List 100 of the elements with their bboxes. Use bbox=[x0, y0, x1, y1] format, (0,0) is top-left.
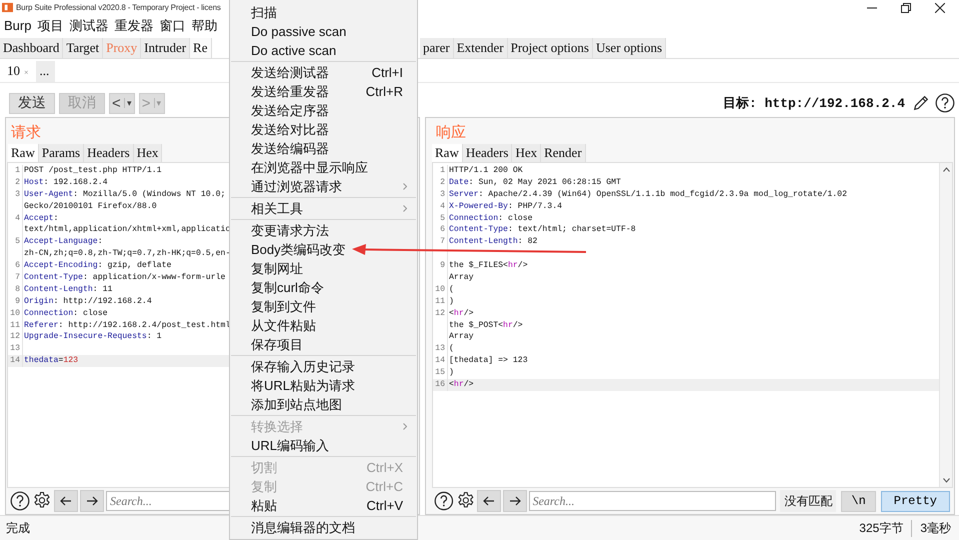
menu-entry[interactable]: 重发器 bbox=[114, 16, 154, 34]
menu-item[interactable]: 复制网址 bbox=[230, 259, 417, 278]
next-match-button[interactable] bbox=[502, 490, 527, 512]
code-line: POST /post_test.php HTTP/1.1 bbox=[24, 165, 162, 177]
main-tab[interactable]: parer bbox=[420, 38, 454, 58]
view-toggle-button[interactable]: Pretty bbox=[880, 490, 950, 512]
code-line: Referer: http://192.168.2.4/post_test.html bbox=[24, 320, 230, 332]
line-number: 11 bbox=[10, 320, 20, 330]
menu-entry[interactable]: 窗口 bbox=[159, 16, 186, 34]
editor-tab[interactable]: Headers bbox=[462, 144, 512, 162]
code-line: ) bbox=[449, 296, 454, 308]
editor-tab[interactable]: Hex bbox=[134, 144, 162, 162]
code-line: thedata=123 bbox=[24, 355, 78, 368]
line-number: 14 bbox=[435, 356, 445, 366]
code-line: Date: Sun, 02 May 2021 06:28:15 GMT bbox=[449, 176, 621, 189]
menu-item[interactable]: 通过浏览器请求 bbox=[230, 177, 417, 196]
main-tab[interactable]: Intruder bbox=[141, 38, 190, 58]
line-number: 13 bbox=[10, 344, 20, 354]
menu-item[interactable]: 保存输入历史记录 bbox=[230, 357, 417, 376]
line-number: 16 bbox=[435, 380, 445, 390]
previous-match-button[interactable] bbox=[477, 490, 501, 512]
menu-item[interactable]: 粘贴 Ctrl+V bbox=[230, 496, 417, 515]
right-arrow-icon bbox=[86, 496, 98, 506]
scroll-down-icon[interactable] bbox=[942, 478, 950, 483]
code-line: <hr/> bbox=[449, 308, 474, 320]
menu-item[interactable]: 相关工具 bbox=[230, 199, 417, 218]
menu-item[interactable]: 保存项目 bbox=[230, 335, 417, 354]
view-toggle-button[interactable]: \n bbox=[841, 490, 876, 512]
main-tab[interactable]: Project options bbox=[508, 38, 593, 58]
menu-item[interactable]: 发送给重发器 Ctrl+R bbox=[230, 82, 417, 101]
next-match-button[interactable] bbox=[80, 490, 104, 512]
editor-tab[interactable]: Raw bbox=[8, 144, 39, 162]
code-line: Accept-Language: bbox=[24, 236, 103, 248]
main-tab[interactable]: Re bbox=[190, 38, 212, 58]
menu-item[interactable]: 在浏览器中显示响应 bbox=[230, 158, 417, 177]
toolbar-button[interactable]: 发送 bbox=[9, 92, 55, 114]
panel-title: 响应 bbox=[435, 122, 466, 143]
restore-icon[interactable] bbox=[901, 2, 911, 12]
line-number: 6 bbox=[440, 225, 445, 234]
history-nav-button[interactable]: < ▾ bbox=[109, 92, 135, 114]
menu-item[interactable]: 发送给对比器 bbox=[230, 120, 417, 139]
line-number: 2 bbox=[15, 178, 20, 187]
code-line: the $_POST<hr/> bbox=[449, 320, 523, 332]
code-line: Content-Length: 11 bbox=[24, 284, 112, 296]
code-line: ( bbox=[449, 343, 454, 356]
code-line: Array bbox=[449, 272, 474, 284]
pencil-icon[interactable] bbox=[912, 94, 930, 112]
menu-item[interactable]: 复制到文件 bbox=[230, 297, 417, 316]
request-tab[interactable]: ... bbox=[36, 61, 56, 82]
editor-tab[interactable]: Raw bbox=[432, 144, 463, 162]
code-line: User-Agent: Mozilla/5.0 (Windows NT 10.0; bbox=[24, 188, 226, 201]
line-number: 3 bbox=[440, 190, 445, 199]
editor-tab[interactable]: Params bbox=[38, 144, 84, 162]
line-number: 6 bbox=[15, 261, 20, 270]
main-tab[interactable]: User options bbox=[592, 38, 666, 58]
menu-entry[interactable]: Burp bbox=[4, 18, 32, 33]
help-icon[interactable] bbox=[10, 491, 30, 511]
scroll-up-icon[interactable] bbox=[942, 167, 950, 172]
close-icon[interactable] bbox=[935, 2, 945, 12]
help-icon[interactable] bbox=[434, 491, 454, 511]
right-arrow-icon bbox=[508, 496, 521, 506]
code-line: Content-Type: text/html; charset=UTF-8 bbox=[449, 224, 636, 236]
menu-item[interactable]: 将URL粘贴为请求 bbox=[230, 376, 417, 395]
menu-item[interactable]: URL编码输入 bbox=[230, 436, 417, 455]
previous-match-button[interactable] bbox=[54, 490, 78, 512]
search-field[interactable]: Search... bbox=[528, 491, 776, 511]
menu-entry[interactable]: 帮助 bbox=[191, 16, 218, 34]
menu-item[interactable]: 消息编辑器的文档 bbox=[230, 518, 417, 537]
menu-item[interactable]: 从文件粘贴 bbox=[230, 316, 417, 335]
menu-entry[interactable]: 项目 bbox=[37, 16, 64, 34]
code-line: Server: Apache/2.4.39 (Win64) OpenSSL/1.1.1b mod_fcgid/2.3.9a mod_log_rotate/1.02 bbox=[449, 188, 847, 201]
menu-item[interactable]: Do passive scan bbox=[230, 22, 417, 41]
menu-item[interactable]: 发送给编码器 bbox=[230, 139, 417, 158]
code-line: X-Powered-By: PHP/7.3.4 bbox=[449, 200, 562, 213]
menu-item[interactable]: Body类编码改变 bbox=[230, 240, 417, 259]
main-tab[interactable]: Target bbox=[63, 38, 104, 58]
line-number: 7 bbox=[440, 237, 445, 246]
menu-item[interactable]: 发送给测试器 Ctrl+I bbox=[230, 63, 417, 82]
code-line: HTTP/1.1 200 OK bbox=[449, 165, 523, 177]
menu-item[interactable]: 复制curl命令 bbox=[230, 278, 417, 297]
code-line: Accept-Encoding: gzip, deflate bbox=[24, 260, 172, 272]
editor-tab[interactable]: Headers bbox=[84, 144, 134, 162]
code-line: Gecko/20100101 Firefox/88.0 bbox=[24, 200, 157, 213]
code-line: [thedata] => 123 bbox=[449, 355, 528, 368]
help-icon[interactable] bbox=[935, 93, 955, 113]
menu-entry[interactable]: 测试器 bbox=[69, 16, 108, 34]
code-line: Accept: bbox=[24, 212, 58, 224]
editor-tab[interactable]: Render bbox=[541, 144, 586, 162]
line-number: 11 bbox=[435, 296, 445, 306]
code-line: Host: 192.168.2.4 bbox=[24, 176, 108, 189]
menu-item[interactable]: 添加到站点地图 bbox=[230, 395, 417, 414]
menu-item[interactable]: 变更请求方法 bbox=[230, 221, 417, 240]
main-tab[interactable]: Dashboard bbox=[0, 38, 64, 58]
scrollbar[interactable] bbox=[939, 163, 952, 487]
menu-item[interactable]: Do active scan bbox=[230, 41, 417, 60]
main-tab[interactable]: Extender bbox=[454, 38, 508, 58]
code-line: zh-CN,zh;q=0.8,zh-TW;q=0.7,zh-HK;q=0.5,en- bbox=[24, 248, 230, 260]
menu-item[interactable]: 扫描 bbox=[230, 3, 417, 22]
editor-tab[interactable]: Hex bbox=[512, 144, 542, 162]
menu-item[interactable]: 发送给定序器 bbox=[230, 101, 417, 120]
